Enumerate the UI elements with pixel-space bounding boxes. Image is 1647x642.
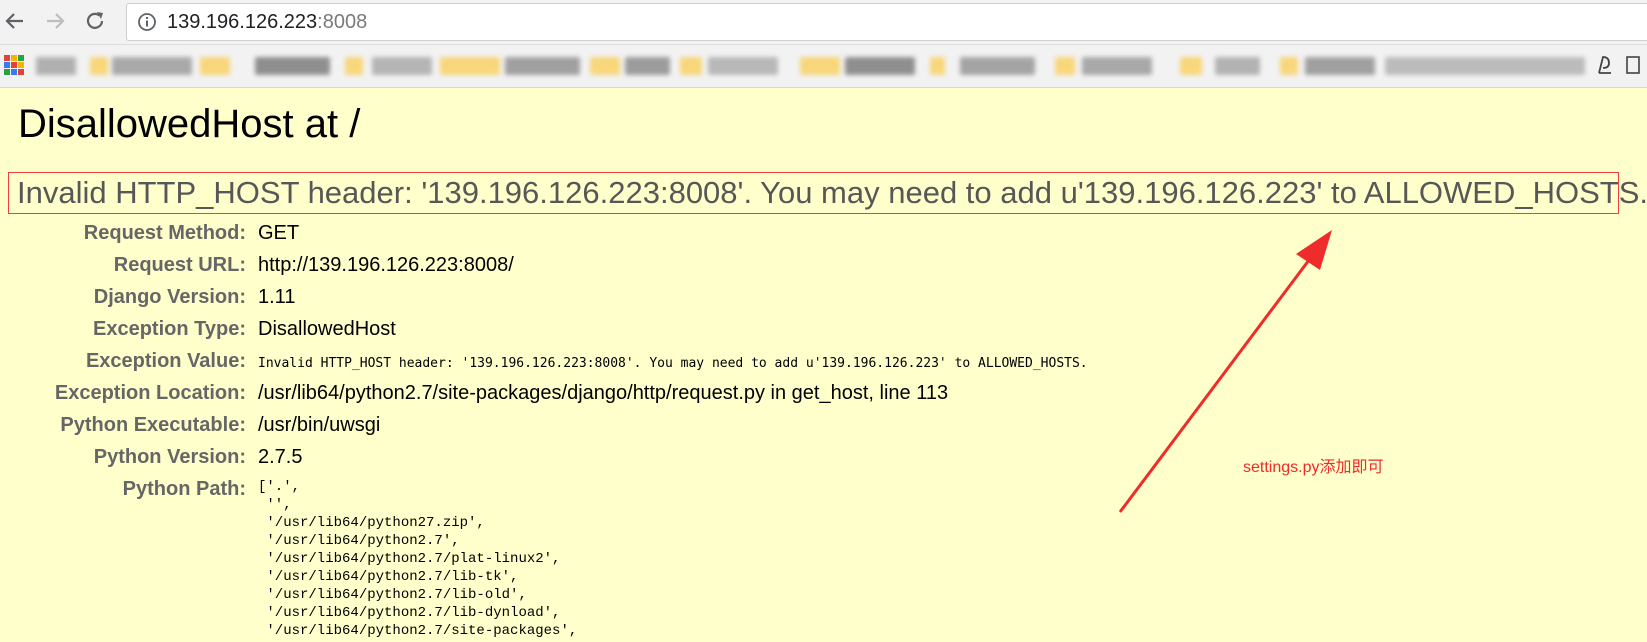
bookmark-item[interactable] bbox=[200, 57, 230, 75]
bookmark-item[interactable] bbox=[372, 57, 432, 75]
forward-button[interactable] bbox=[40, 6, 70, 36]
address-bar[interactable]: 139.196.126.223:8008 bbox=[126, 3, 1647, 41]
browser-toolbar: 139.196.126.223:8008 bbox=[0, 0, 1647, 45]
annotation-arrow bbox=[1118, 230, 1332, 513]
info-icon[interactable] bbox=[137, 12, 157, 32]
page-icon[interactable] bbox=[1625, 54, 1641, 76]
bookmark-item[interactable] bbox=[800, 57, 840, 75]
toolbar-extensions bbox=[1595, 54, 1641, 76]
bookmark-item[interactable] bbox=[112, 57, 192, 75]
bookmark-item[interactable] bbox=[36, 57, 76, 75]
bookmark-item[interactable] bbox=[505, 57, 580, 75]
error-page: DisallowedHost at / Invalid HTTP_HOST he… bbox=[0, 88, 1647, 642]
bookmark-item[interactable] bbox=[590, 57, 620, 75]
url-host: 139.196.126.223 bbox=[167, 11, 318, 33]
bookmark-item[interactable] bbox=[1385, 57, 1585, 75]
back-button[interactable] bbox=[0, 6, 30, 36]
bookmark-item[interactable] bbox=[90, 57, 108, 75]
bookmarks-bar bbox=[0, 45, 1647, 88]
bookmark-item[interactable] bbox=[1305, 57, 1375, 75]
apps-icon[interactable] bbox=[4, 55, 24, 75]
reload-icon bbox=[86, 12, 104, 29]
bookmark-item[interactable] bbox=[930, 57, 945, 75]
bookmark-item[interactable] bbox=[625, 57, 670, 75]
bookmark-item[interactable] bbox=[960, 57, 1035, 75]
bookmark-item[interactable] bbox=[680, 57, 702, 75]
bookmark-item[interactable] bbox=[1215, 57, 1260, 75]
url-port: :8008 bbox=[317, 11, 368, 33]
bookmark-item[interactable] bbox=[440, 57, 500, 75]
bookmark-item[interactable] bbox=[1082, 57, 1152, 75]
annotation-text: settings.py添加即可 bbox=[1243, 459, 1384, 476]
bookmark-item[interactable] bbox=[1280, 57, 1298, 75]
address-url: 139.196.126.223:8008 bbox=[167, 11, 367, 34]
bookmark-item[interactable] bbox=[345, 57, 363, 75]
bookmark-item[interactable] bbox=[1180, 57, 1202, 75]
back-arrow-icon bbox=[5, 13, 23, 29]
bookmark-item[interactable] bbox=[1055, 57, 1075, 75]
extension-icon[interactable] bbox=[1595, 54, 1615, 76]
bookmark-item[interactable] bbox=[845, 57, 915, 75]
forward-arrow-icon bbox=[47, 13, 65, 29]
bookmark-item[interactable] bbox=[255, 57, 330, 75]
reload-button[interactable] bbox=[80, 6, 110, 36]
bookmark-item[interactable] bbox=[708, 57, 778, 75]
